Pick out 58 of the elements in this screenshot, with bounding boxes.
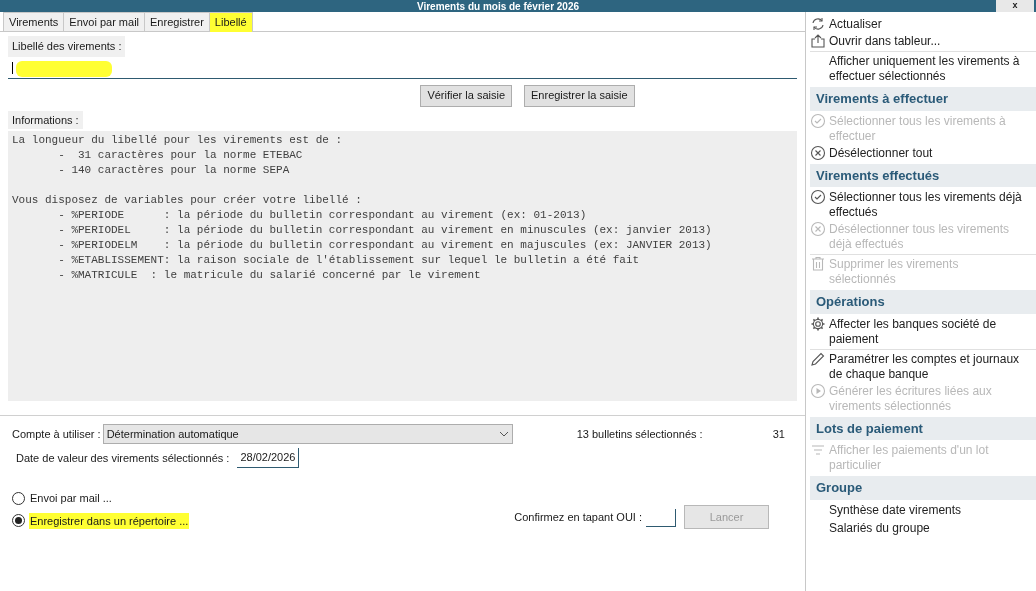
- field-label: Confirmez en tapant OUI :: [514, 509, 642, 525]
- info-line: - 31 caractères pour la norme ETEBAC: [57, 148, 304, 163]
- lines-icon: [810, 442, 826, 458]
- cross-circle-icon: [810, 144, 826, 161]
- sidebar-link[interactable]: Sélectionner tous les virements déjà effectués: [829, 190, 1025, 220]
- info-line: - %PERIODEL : la période du bulletin correspondant au virement en minuscules (ex: janvier 2013): [57, 223, 713, 238]
- selection-total: 31: [772, 426, 785, 442]
- field-label: Date de valeur des virements sélectionnés :: [16, 450, 230, 466]
- close-button[interactable]: x: [996, 0, 1034, 12]
- sidebar-link[interactable]: Désélectionner tout: [829, 145, 933, 161]
- sidebar-link[interactable]: Ouvrir dans tableur...: [829, 34, 941, 49]
- radio-button[interactable]: [12, 514, 25, 528]
- option-label: Enregistrer dans un répertoire ...: [29, 512, 190, 529]
- selection-count-label: 13 bulletins sélectionnés :: [576, 426, 703, 442]
- tab[interactable]: Envoi par mail: [63, 12, 146, 31]
- confirm-field[interactable]: [646, 509, 676, 527]
- info-line: - %PERIODE : la période du bulletin correspondant au virement (ex: 01-2013): [57, 208, 588, 223]
- info-line: - %PERIODELM : la période du bulletin correspondant au virement en majuscules (ex: JANVIER 2013): [57, 238, 713, 253]
- date-field[interactable]: 28/02/2026: [237, 448, 300, 468]
- section-label: Informations :: [8, 110, 83, 129]
- section-header: Lots de paiement: [810, 416, 1036, 440]
- radio-button[interactable]: [12, 491, 25, 505]
- trash-icon: [810, 256, 826, 272]
- window-title: Virements du mois de février 2026: [415, 1, 581, 12]
- tab[interactable]: Virements: [3, 12, 65, 31]
- sidebar-link[interactable]: Salariés du groupe: [829, 520, 930, 536]
- section-header: Virements effectués: [810, 163, 1036, 187]
- sidebar-link[interactable]: Actualiser: [829, 17, 882, 32]
- section-header: Virements à effectuer: [810, 87, 1036, 111]
- action-button[interactable]: Enregistrer la saisie: [524, 84, 635, 107]
- check-circle-icon: [810, 189, 826, 205]
- action-button[interactable]: Vérifier la saisie: [420, 84, 512, 107]
- tab[interactable]: Enregistrer: [144, 12, 210, 31]
- export-icon: [810, 33, 826, 49]
- refresh-icon: [810, 16, 826, 32]
- chevron-down-icon: [498, 431, 509, 437]
- info-line: Vous disposez de variables pour créer votre libellé :: [12, 193, 363, 208]
- field-label: Compte à utiliser :: [12, 426, 101, 442]
- sidebar-link[interactable]: Afficher uniquement les virements à effectuer sélectionnés: [829, 54, 1025, 84]
- tab[interactable]: Libellé: [208, 12, 253, 32]
- text-field[interactable]: [8, 58, 797, 79]
- option-label: Envoi par mail ...: [29, 491, 113, 506]
- gear-icon: [810, 315, 826, 332]
- sidebar-link[interactable]: Affecter les banques société de paiement: [829, 316, 1025, 347]
- sidebar-link[interactable]: Paramétrer les comptes et journaux de chaque banque: [829, 351, 1025, 382]
- info-line: - %MATRICULE : le matricule du salarié concerné par le virement: [57, 268, 482, 283]
- pencil-icon: [810, 350, 826, 367]
- info-line: - %ETABLISSEMENT: la raison sociale de l'établissement sur lequel le bulletin a été fait: [57, 253, 641, 268]
- cross-circle-icon: [810, 221, 826, 237]
- section-header: Groupe: [810, 476, 1036, 500]
- section-header: Opérations: [810, 290, 1036, 314]
- info-line: La longueur du libellé pour les virements est de :: [12, 133, 344, 148]
- field-label: Libellé des virements :: [8, 36, 126, 57]
- check-circle-icon: [810, 112, 826, 129]
- play-circle-icon: [810, 382, 826, 399]
- info-line: - 140 caractères pour la norme SEPA: [57, 163, 291, 178]
- sidebar-link[interactable]: Synthèse date virements: [829, 502, 962, 518]
- account-dropdown[interactable]: Détermination automatique: [102, 424, 513, 444]
